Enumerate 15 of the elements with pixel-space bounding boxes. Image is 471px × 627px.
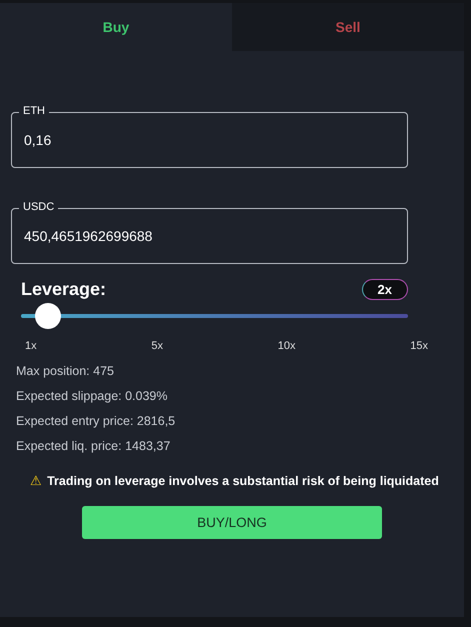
leverage-slider[interactable]	[21, 303, 408, 329]
warning-text: Trading on leverage involves a substantial risk of being liquidated	[47, 474, 439, 488]
buy-long-button[interactable]: BUY/LONG	[82, 506, 382, 539]
info-line: Expected slippage: 0.039%	[16, 388, 168, 404]
tick-label: 15x	[410, 340, 428, 352]
tick-label: 5x	[151, 340, 163, 352]
info-line: Max position: 475	[16, 363, 115, 379]
leverage-label: Leverage:	[21, 279, 106, 300]
info-line: Expected liq. price: 1483,37	[16, 438, 172, 454]
slider-thumb[interactable]	[35, 303, 62, 329]
warning-icon: ⚠	[30, 473, 42, 488]
info-line: Expected entry price: 2816,5	[16, 413, 176, 429]
leverage-badge: 2x	[362, 279, 408, 300]
tick-label: 1x	[25, 340, 37, 352]
tick-label: 10x	[278, 340, 296, 352]
